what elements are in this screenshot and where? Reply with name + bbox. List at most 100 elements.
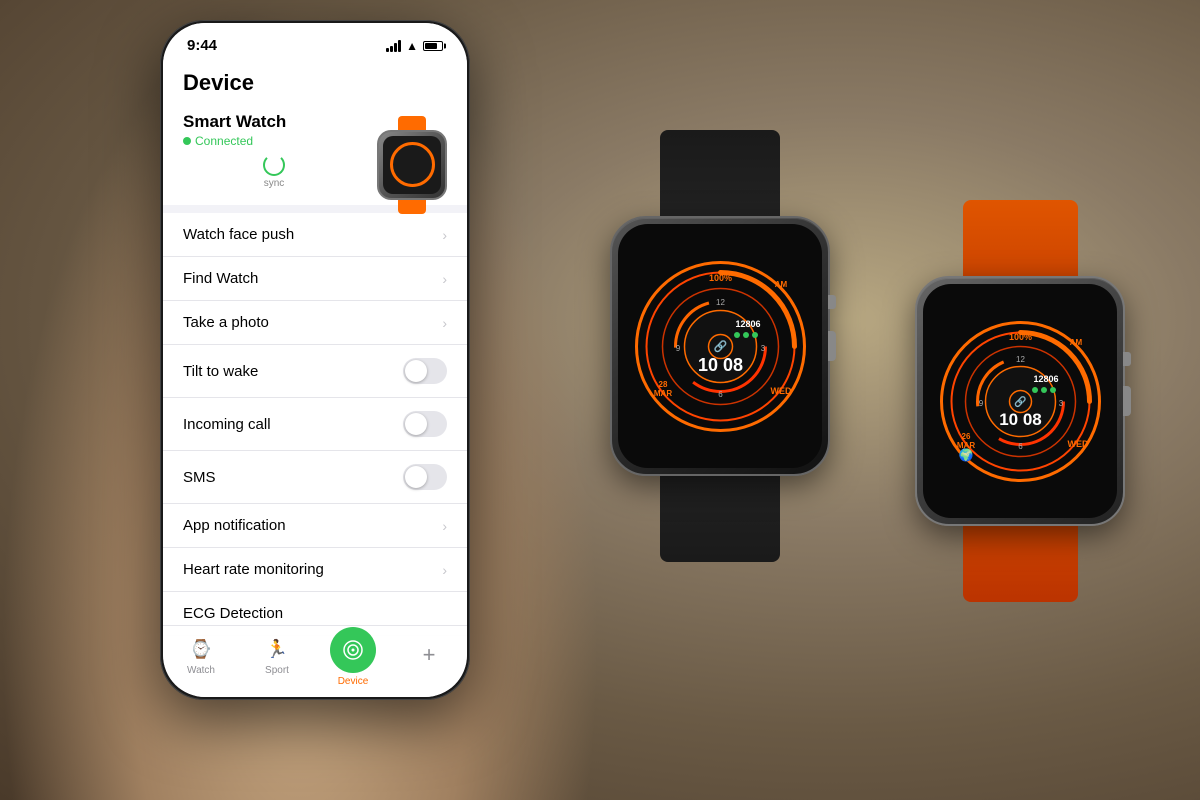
watch-band-top-orange — [963, 200, 1078, 280]
svg-text:12806: 12806 — [1033, 374, 1058, 384]
svg-text:3: 3 — [760, 344, 765, 353]
svg-text:6: 6 — [718, 390, 723, 399]
svg-text:3: 3 — [1058, 399, 1063, 408]
toggle-knob — [405, 413, 427, 435]
watch-case-orange: 100% AM 12806 10 08 26 MAR WED 🔗 12 3 6 … — [915, 276, 1125, 526]
chevron-right-icon: › — [442, 518, 447, 534]
watch-face-orange: 100% AM 12806 10 08 26 MAR WED 🔗 12 3 6 … — [923, 284, 1117, 518]
signal-bars-icon — [386, 40, 401, 52]
more-tab-icon: + — [417, 643, 441, 667]
menu-list: Watch face push › Find Watch › Take a ph… — [163, 213, 467, 636]
chevron-right-icon: › — [442, 315, 447, 331]
svg-text:6: 6 — [1018, 442, 1023, 451]
menu-item-label: SMS — [183, 469, 216, 486]
sync-icon — [263, 154, 285, 176]
sync-label: sync — [264, 178, 285, 189]
chevron-right-icon: › — [442, 271, 447, 287]
menu-item-app-notification[interactable]: App notification › — [163, 504, 467, 548]
toggle-knob — [405, 360, 427, 382]
menu-item-heart-rate[interactable]: Heart rate monitoring › — [163, 548, 467, 592]
phone-wrapper: 9:44 ▲ Device — [160, 20, 470, 700]
svg-text:26: 26 — [961, 432, 970, 441]
watch-thumb-dial — [390, 142, 435, 187]
watch-button-orange-icon — [1123, 352, 1131, 366]
menu-item-watch-face-push[interactable]: Watch face push › — [163, 213, 467, 257]
sport-tab-icon: 🏃 — [265, 638, 289, 662]
phone-screen: 9:44 ▲ Device — [163, 23, 467, 697]
watch-thumb-face — [383, 136, 441, 194]
sms-toggle[interactable] — [403, 464, 447, 490]
status-time: 9:44 — [187, 37, 217, 54]
status-bar: 9:44 ▲ — [163, 23, 467, 58]
svg-text:12806: 12806 — [735, 319, 760, 329]
incoming-call-toggle[interactable] — [403, 411, 447, 437]
phone-frame: 9:44 ▲ Device — [160, 20, 470, 700]
watch-thumb-image — [377, 130, 447, 200]
svg-text:AM: AM — [774, 280, 787, 289]
watch-band-bottom-black — [660, 472, 780, 562]
svg-text:9: 9 — [978, 399, 983, 408]
tab-more[interactable]: + — [391, 643, 467, 670]
svg-text:WED: WED — [770, 386, 791, 396]
menu-item-label: Take a photo — [183, 314, 269, 331]
toggle-knob — [405, 466, 427, 488]
menu-item-tilt-to-wake[interactable]: Tilt to wake — [163, 345, 467, 398]
watch-orange: 100% AM 12806 10 08 26 MAR WED 🔗 12 3 6 … — [890, 200, 1150, 560]
tab-watch-label: Watch — [187, 665, 215, 676]
watch-thumbnail — [377, 116, 447, 186]
watch-dial-orange: 100% AM 12806 10 08 26 MAR WED 🔗 12 3 6 … — [938, 319, 1103, 484]
watch-crown-orange-icon — [1123, 386, 1131, 416]
chevron-right-icon: › — [442, 227, 447, 243]
menu-item-label: Find Watch — [183, 270, 258, 287]
device-name: Smart Watch — [183, 112, 365, 132]
tab-bar: ⌚ Watch 🏃 Sport Device — [163, 625, 467, 697]
watch-dial-black: 100% AM 12806 10 08 28 MAR WED 🔗 — [633, 259, 808, 434]
svg-text:100%: 100% — [1008, 332, 1031, 342]
tab-watch[interactable]: ⌚ Watch — [163, 638, 239, 676]
menu-item-label: Watch face push — [183, 226, 294, 243]
device-text: Smart Watch Connected sync — [183, 112, 365, 189]
watch-case-black: 100% AM 12806 10 08 28 MAR WED 🔗 — [610, 216, 830, 476]
device-tab-icon — [330, 627, 376, 673]
menu-item-label: Heart rate monitoring — [183, 561, 324, 578]
device-info: Smart Watch Connected sync — [163, 96, 467, 205]
svg-text:🔗: 🔗 — [1014, 395, 1027, 408]
menu-item-label: Tilt to wake — [183, 363, 258, 380]
svg-text:🌍: 🌍 — [958, 448, 973, 462]
svg-text:12: 12 — [716, 298, 725, 307]
svg-text:9: 9 — [675, 344, 680, 353]
menu-item-take-photo[interactable]: Take a photo › — [163, 301, 467, 345]
connected-status: Connected — [195, 134, 253, 148]
svg-text:100%: 100% — [708, 273, 731, 283]
watch-band-bottom-orange — [963, 522, 1078, 602]
chevron-right-icon: › — [442, 562, 447, 578]
menu-item-incoming-call[interactable]: Incoming call — [163, 398, 467, 451]
page-title: Device — [163, 58, 467, 96]
menu-item-label: App notification — [183, 517, 286, 534]
tab-sport-label: Sport — [265, 665, 289, 676]
menu-item-label: ECG Detection — [183, 605, 283, 622]
menu-item-find-watch[interactable]: Find Watch › — [163, 257, 467, 301]
svg-text:MAR: MAR — [653, 389, 671, 398]
svg-text:WED: WED — [1067, 439, 1088, 449]
watch-face-black: 100% AM 12806 10 08 28 MAR WED 🔗 — [618, 224, 822, 468]
watch-black: 100% AM 12806 10 08 28 MAR WED 🔗 — [580, 130, 860, 510]
watch-crown-icon — [828, 331, 836, 361]
connected-dot-icon — [183, 137, 191, 145]
connected-badge: Connected — [183, 134, 365, 148]
svg-text:AM: AM — [1069, 338, 1082, 347]
svg-text:🔗: 🔗 — [713, 339, 727, 353]
tab-device[interactable]: Device — [315, 627, 391, 687]
watch-tab-icon: ⌚ — [189, 638, 213, 662]
sync-area[interactable]: sync — [183, 154, 365, 189]
wifi-icon: ▲ — [406, 39, 418, 53]
svg-text:12: 12 — [1016, 355, 1025, 364]
tab-sport[interactable]: 🏃 Sport — [239, 638, 315, 676]
menu-item-label: Incoming call — [183, 416, 271, 433]
menu-item-sms[interactable]: SMS — [163, 451, 467, 504]
battery-icon — [423, 41, 443, 51]
watch-button-icon — [828, 295, 836, 309]
watch-band-top-black — [660, 130, 780, 220]
tilt-to-wake-toggle[interactable] — [403, 358, 447, 384]
tab-device-label: Device — [338, 676, 369, 687]
